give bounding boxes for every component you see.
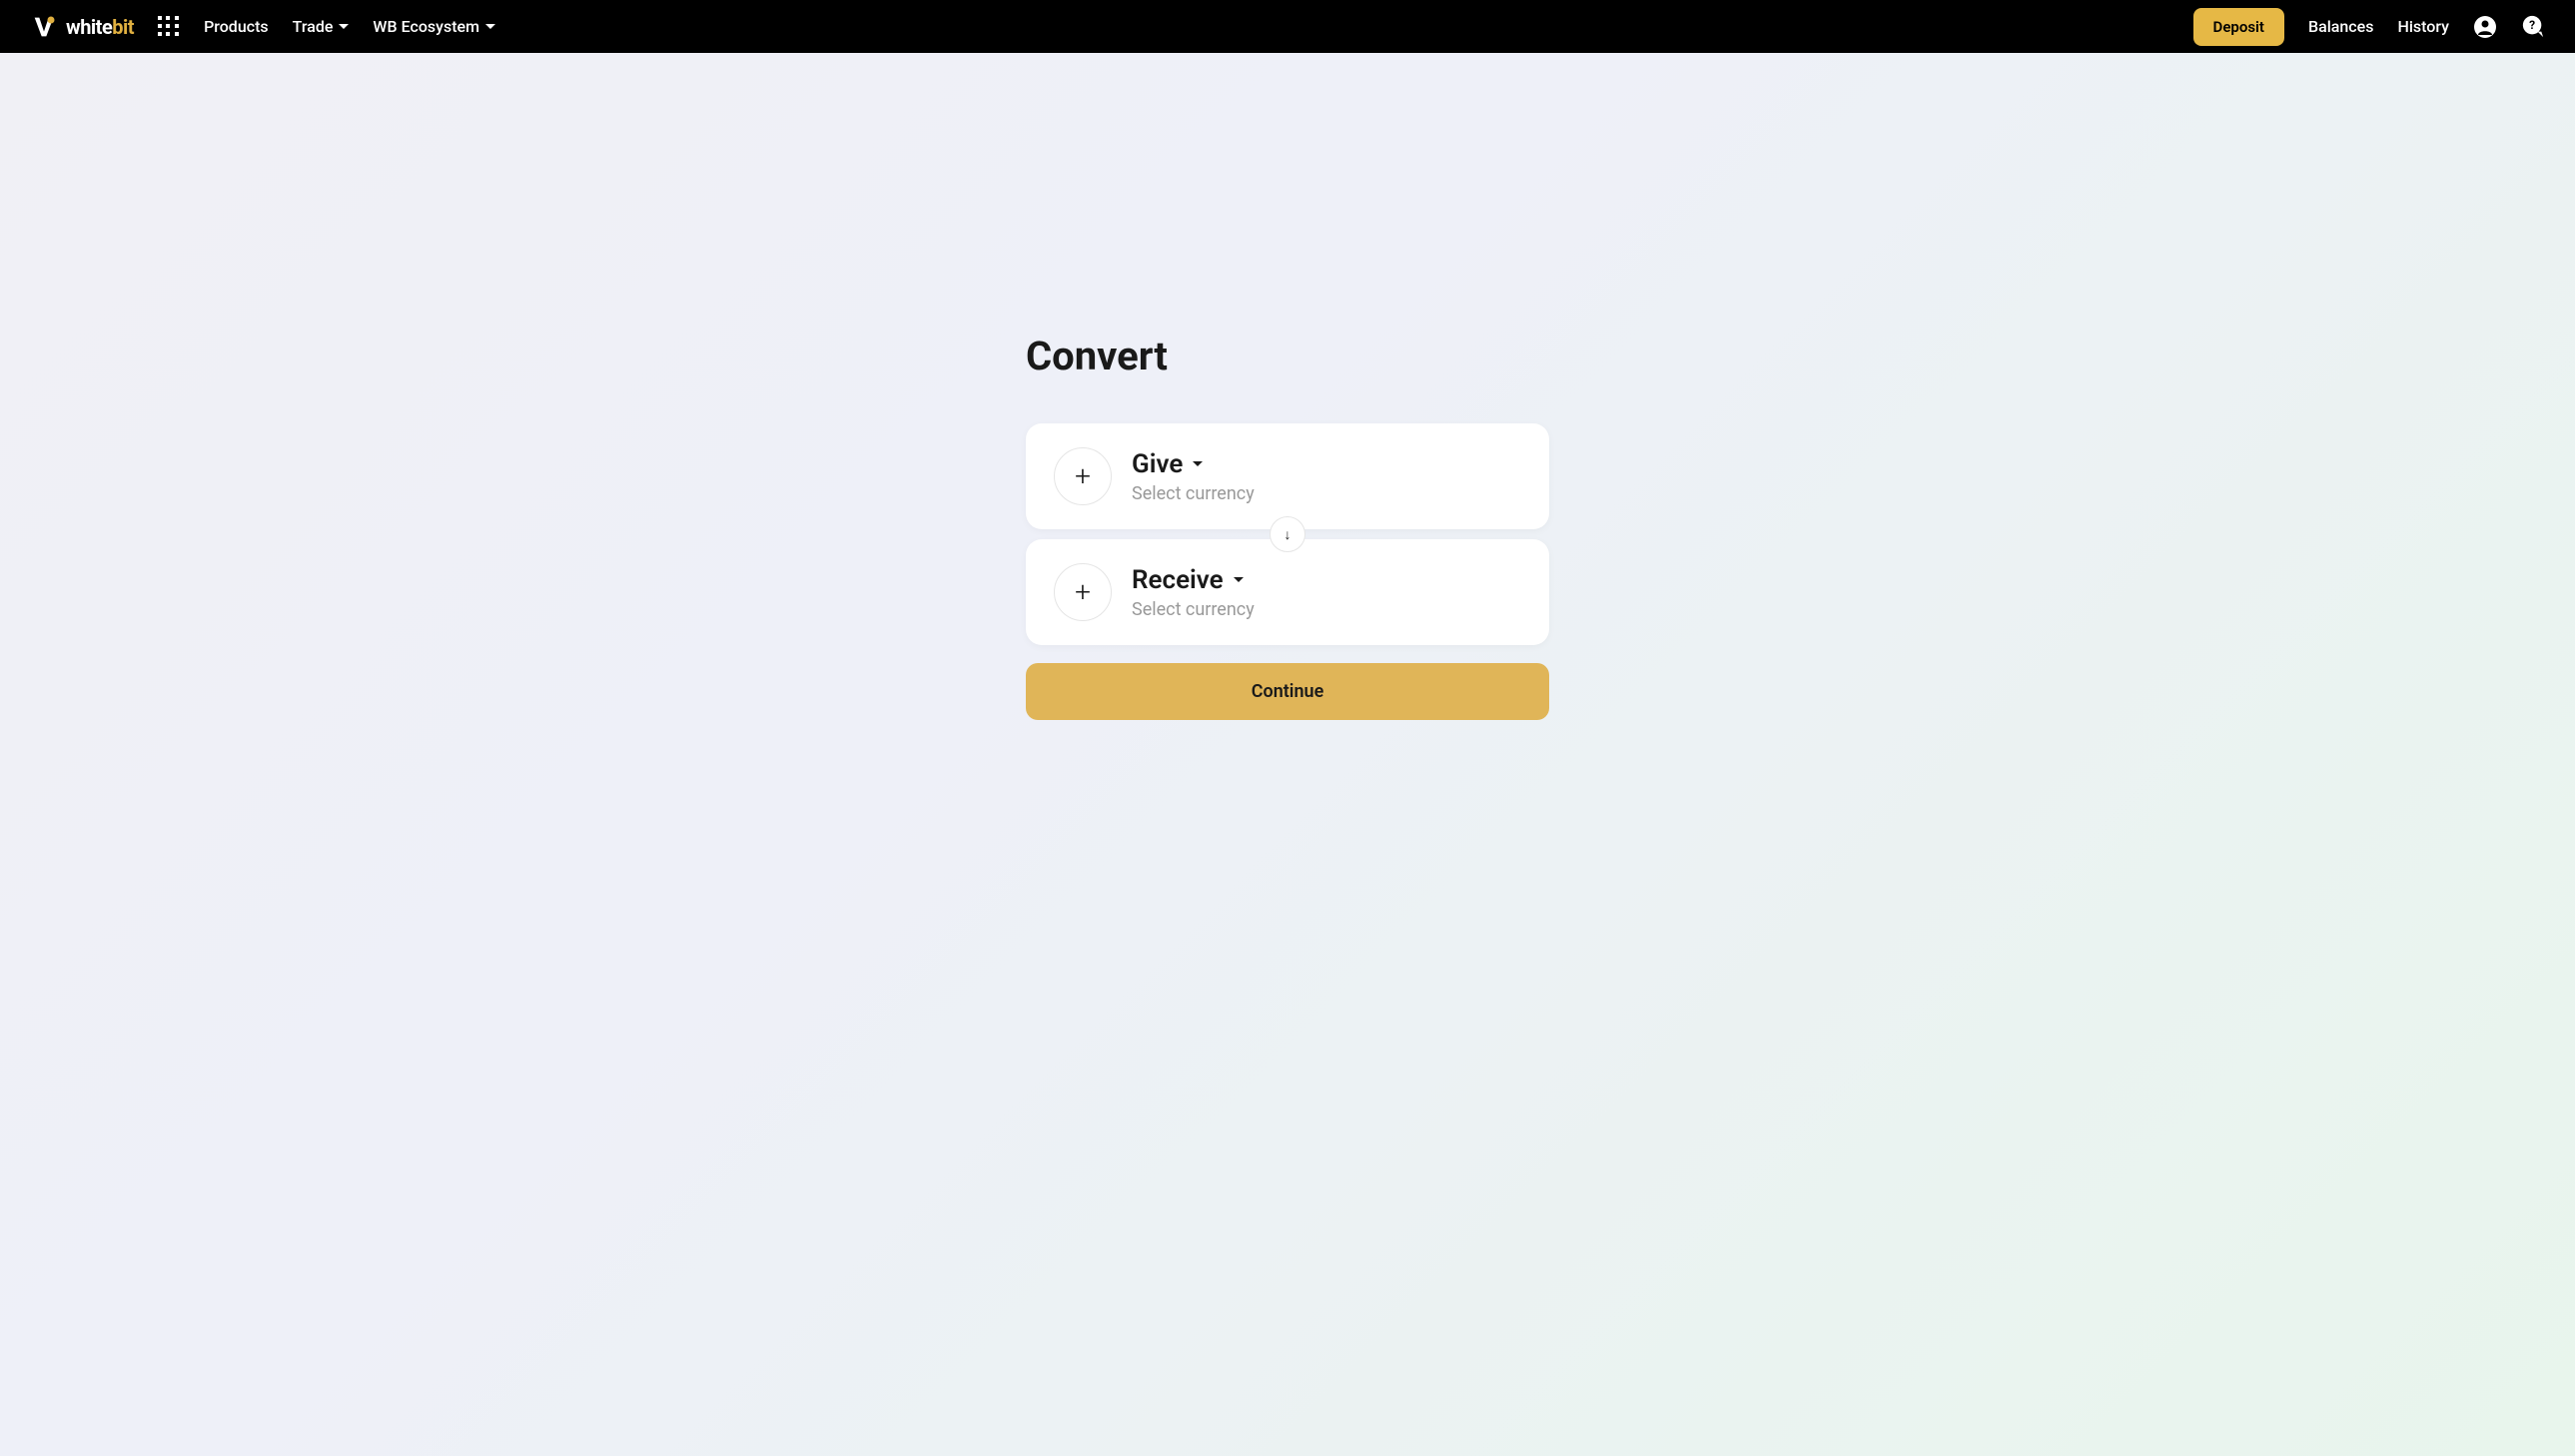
- swap-button[interactable]: ↓: [1270, 516, 1305, 552]
- convert-title: Convert: [1026, 333, 1549, 379]
- convert-panel: Convert + Give Select currency ↓: [1026, 333, 1549, 720]
- plus-icon: +: [1075, 462, 1091, 490]
- nav-ecosystem[interactable]: WB Ecosystem: [373, 17, 495, 36]
- logo-text-white: white: [66, 15, 112, 39]
- nav-products[interactable]: Products: [204, 17, 269, 36]
- user-icon: [2473, 15, 2497, 39]
- nav-ecosystem-label: WB Ecosystem: [373, 17, 479, 36]
- chevron-down-icon: [339, 24, 349, 29]
- user-account-button[interactable]: [2473, 15, 2497, 39]
- continue-button[interactable]: Continue: [1026, 663, 1549, 720]
- header: whitebit Products Trade WB Ecosystem Dep…: [0, 0, 2575, 53]
- header-right: Deposit Balances History ?: [2193, 8, 2545, 46]
- logo-text-bit: bit: [112, 15, 134, 39]
- arrow-down-icon: ↓: [1285, 526, 1291, 543]
- give-card: + Give Select currency: [1026, 423, 1549, 529]
- nav-trade[interactable]: Trade: [293, 17, 350, 36]
- chevron-down-icon: [485, 24, 495, 29]
- receive-label: Receive: [1132, 565, 1224, 595]
- chevron-down-icon: [1234, 577, 1244, 582]
- currency-cards: + Give Select currency ↓ +: [1026, 423, 1549, 645]
- logo-text: whitebit: [66, 15, 134, 39]
- logo[interactable]: whitebit: [30, 13, 134, 41]
- logo-icon: [30, 13, 58, 41]
- give-selector[interactable]: Give: [1132, 449, 1255, 479]
- chevron-down-icon: [1193, 461, 1203, 466]
- give-label: Give: [1132, 449, 1183, 479]
- receive-hint: Select currency: [1132, 599, 1255, 620]
- balances-link[interactable]: Balances: [2308, 17, 2374, 36]
- help-button[interactable]: ?: [2521, 15, 2545, 39]
- deposit-button[interactable]: Deposit: [2193, 8, 2284, 46]
- history-link[interactable]: History: [2397, 17, 2449, 36]
- header-left: whitebit Products Trade WB Ecosystem: [30, 13, 495, 41]
- help-chat-icon: ?: [2521, 14, 2545, 40]
- give-info: Give Select currency: [1132, 449, 1255, 504]
- receive-selector[interactable]: Receive: [1132, 565, 1255, 595]
- svg-text:?: ?: [2529, 17, 2535, 31]
- give-add-button[interactable]: +: [1054, 447, 1112, 505]
- nav-products-label: Products: [204, 17, 269, 36]
- apps-grid-icon[interactable]: [158, 16, 180, 38]
- plus-icon: +: [1075, 578, 1091, 606]
- receive-card: + Receive Select currency: [1026, 539, 1549, 645]
- receive-info: Receive Select currency: [1132, 565, 1255, 620]
- nav-trade-label: Trade: [293, 17, 334, 36]
- main-content: Convert + Give Select currency ↓: [0, 53, 2575, 720]
- give-hint: Select currency: [1132, 483, 1255, 504]
- receive-add-button[interactable]: +: [1054, 563, 1112, 621]
